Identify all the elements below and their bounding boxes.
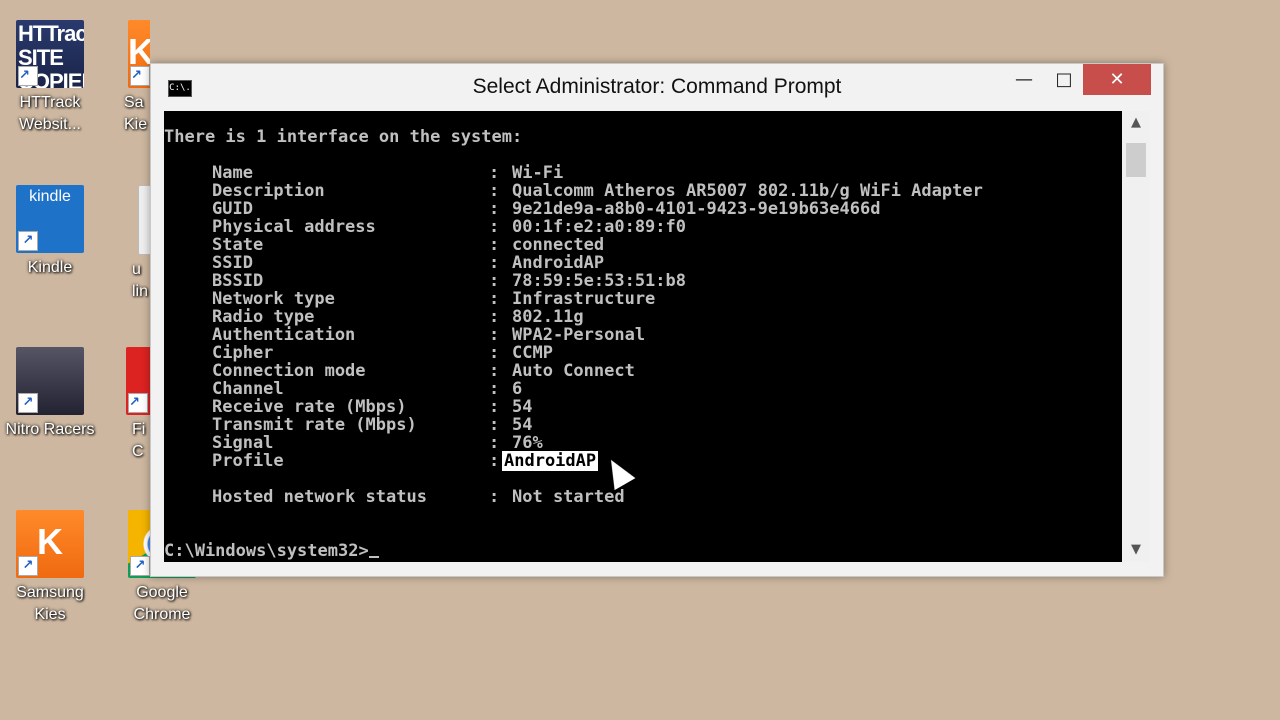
field-value: 00:1f:e2:a0:89:f0 (512, 217, 686, 237)
desktop-icon-label: HTTrack Websit... (19, 94, 81, 133)
field-value: Qualcomm Atheros AR5007 802.11b/g WiFi A… (512, 181, 983, 201)
desktop-icon-partial[interactable]: u lin (112, 185, 150, 303)
field-value: 54 (512, 397, 533, 417)
kindle-icon: kindle ↗ (16, 185, 84, 253)
field-separator: : (489, 181, 500, 201)
field-key: Cipher (212, 343, 274, 363)
field-value: 6 (512, 379, 523, 399)
field-key: Profile (212, 451, 284, 471)
field-separator: : (489, 397, 500, 417)
field-separator: : (489, 415, 500, 435)
kies-icon: K ↗ (16, 510, 84, 578)
desktop-icon-kindle[interactable]: kindle ↗ Kindle (0, 185, 100, 279)
desktop-icon-label: Fi C (132, 421, 146, 460)
field-value: 54 (512, 415, 533, 435)
field-separator: : (489, 451, 500, 471)
field-key: Transmit rate (Mbps) (212, 415, 417, 435)
desktop-icon-label: Nitro Racers (5, 421, 95, 438)
field-key: Signal (212, 433, 274, 453)
field-separator: : (489, 379, 500, 399)
desktop-icon-label: Samsung Kies (16, 584, 84, 623)
field-key: Description (212, 181, 325, 201)
desktop-icon-httrack[interactable]: HTTrack SITE COPIER↗ HTTrack Websit... (0, 20, 100, 136)
httrack-icon: HTTrack SITE COPIER↗ (16, 20, 84, 88)
field-key: BSSID (212, 271, 264, 291)
command-prompt-window[interactable]: C:\. Select Administrator: Command Promp… (150, 63, 1164, 577)
kies-icon: K ↗ (128, 20, 150, 88)
scroll-up-arrow-icon[interactable]: ▲ (1122, 111, 1150, 135)
field-value: Auto Connect (512, 361, 635, 381)
field-separator: : (489, 289, 500, 309)
field-separator: : (489, 271, 500, 291)
field-separator: : (489, 343, 500, 363)
title-bar[interactable]: C:\. Select Administrator: Command Promp… (151, 64, 1163, 110)
field-separator: : (489, 325, 500, 345)
field-key: Physical address (212, 217, 376, 237)
desktop-icon-samsung-kies-partial[interactable]: K ↗ Sa Kie (112, 20, 150, 136)
selected-text[interactable]: AndroidAP (502, 451, 599, 471)
field-key: Network type (212, 289, 335, 309)
shortcut-arrow-icon: ↗ (130, 66, 150, 86)
field-separator: : (489, 361, 500, 381)
prompt-text: C:\Windows\system32> (164, 541, 369, 561)
field-value: 802.11g (512, 307, 584, 327)
field-value: 9e21de9a-a8b0-4101-9423-9e19b63e466d (512, 199, 881, 219)
shortcut-arrow-icon: ↗ (18, 231, 38, 251)
vertical-scrollbar[interactable]: ▲ ▼ (1122, 111, 1150, 562)
field-key: Name (212, 163, 253, 183)
field-key: GUID (212, 199, 253, 219)
shortcut-arrow-icon: ↗ (18, 66, 38, 86)
hosted-status-value: Not started (512, 487, 625, 507)
field-key: Authentication (212, 325, 356, 345)
field-key: Receive rate (Mbps) (212, 397, 407, 417)
field-key: Connection mode (212, 361, 366, 381)
shortcut-arrow-icon: ↗ (128, 393, 148, 413)
field-key: Radio type (212, 307, 315, 327)
desktop-icon-label: Sa Kie (124, 94, 148, 133)
desktop-icon-label: u lin (132, 261, 149, 300)
field-separator: : (489, 217, 500, 237)
field-value: AndroidAP (512, 253, 605, 273)
field-separator: : (489, 307, 500, 327)
shortcut-arrow-icon: ↗ (18, 556, 38, 576)
hosted-status-key: Hosted network status (212, 487, 427, 507)
scroll-thumb[interactable] (1126, 143, 1146, 177)
field-key: State (212, 235, 264, 255)
maximize-button[interactable]: □ (1047, 64, 1081, 95)
field-value: 78:59:5e:53:51:b8 (512, 271, 686, 291)
field-value: Wi-Fi (512, 163, 564, 183)
field-separator: : (489, 253, 500, 273)
text-cursor (368, 556, 379, 558)
field-key: Channel (212, 379, 284, 399)
console-output[interactable]: There is 1 interface on the system: Name… (164, 111, 1122, 562)
desktop-icon-samsung-kies[interactable]: K ↗ Samsung Kies (0, 510, 100, 626)
desktop-icon-partial[interactable]: ↗ Fi C (112, 347, 150, 463)
close-button[interactable]: ✕ (1083, 64, 1151, 95)
hosted-status-separator: : (489, 487, 500, 507)
app-icon: ↗ (126, 347, 150, 415)
field-separator: : (489, 235, 500, 255)
field-value: connected (512, 235, 605, 255)
field-value: Infrastructure (512, 289, 656, 309)
field-key: SSID (212, 253, 253, 273)
field-value: CCMP (512, 343, 553, 363)
file-icon (138, 185, 150, 255)
field-value: AndroidAP (502, 451, 599, 471)
console-intro: There is 1 interface on the system: (164, 127, 523, 147)
nitro-racers-icon: ↗ (16, 347, 84, 415)
shortcut-arrow-icon: ↗ (18, 393, 38, 413)
desktop-icon-nitro-racers[interactable]: ↗ Nitro Racers (0, 347, 100, 441)
shortcut-arrow-icon: ↗ (130, 556, 150, 576)
field-separator: : (489, 163, 500, 183)
scroll-down-arrow-icon[interactable]: ▼ (1122, 538, 1150, 562)
command-prompt-line[interactable]: C:\Windows\system32> (164, 542, 379, 560)
field-separator: : (489, 433, 500, 453)
minimize-button[interactable]: — (1007, 64, 1041, 95)
field-value: 76% (512, 433, 543, 453)
desktop-icon-label: Google Chrome (133, 584, 191, 623)
field-value: WPA2-Personal (512, 325, 646, 345)
desktop-icon-label: Kindle (27, 259, 73, 276)
field-separator: : (489, 199, 500, 219)
